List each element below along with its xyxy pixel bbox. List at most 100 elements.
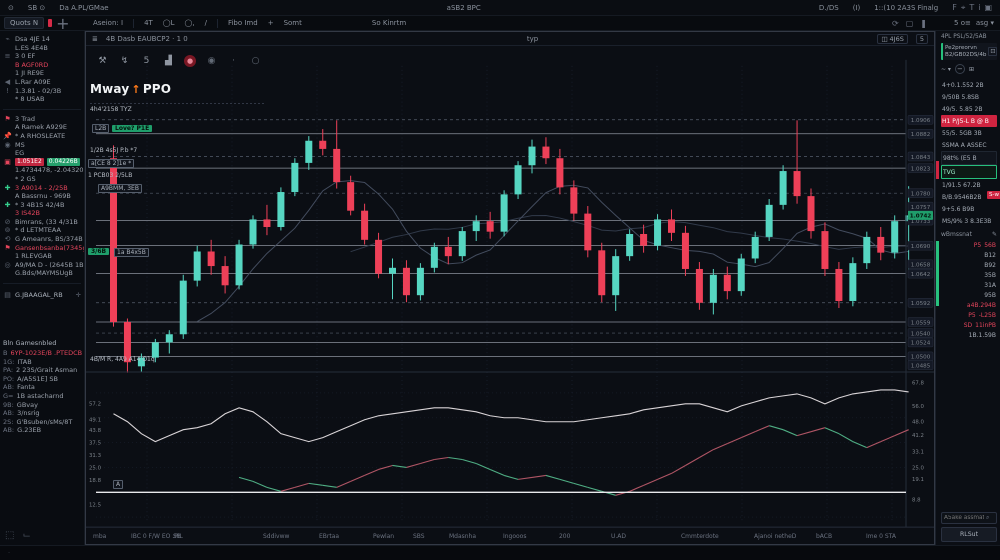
orderbook-row[interactable]: P5-L25B bbox=[941, 310, 997, 320]
edit-icon[interactable]: ✎ bbox=[992, 231, 997, 238]
watchlist-row[interactable]: A Bassrnu - 969B bbox=[3, 192, 81, 201]
topbar-icon[interactable]: ⌖ bbox=[961, 3, 966, 13]
watchlist-row[interactable]: ◀L.Rar A09E bbox=[3, 78, 81, 87]
orderbook-row[interactable]: B92 bbox=[941, 260, 997, 270]
panel-tool[interactable]: 5 o≡ bbox=[954, 19, 971, 27]
panel-row[interactable]: 55/5. 5GB 3B bbox=[941, 127, 997, 139]
watchlist-row[interactable]: ⚑3 Trad bbox=[3, 115, 81, 124]
toolbar-right-icon[interactable]: ❚ bbox=[920, 19, 927, 28]
chart-tool-icon[interactable]: ↯ bbox=[118, 54, 131, 67]
topbar-right-1[interactable]: D./DS bbox=[819, 4, 839, 12]
search-input[interactable] bbox=[944, 515, 984, 521]
watchlist-row[interactable]: 📌* A RHOSLEATE bbox=[3, 132, 81, 141]
watchlist-row[interactable]: ◉MS bbox=[3, 141, 81, 150]
toolbar-right-icon[interactable]: ▢ bbox=[906, 19, 914, 28]
tool-item[interactable]: Aseion: I bbox=[93, 19, 123, 27]
sidebar-section-header[interactable]: ▤ G.JBAAGAL_RB ✛ bbox=[3, 291, 81, 299]
watchlist-row[interactable]: ⚑Gansenbsanba(7345g) bbox=[3, 244, 81, 253]
grid-view-icon[interactable]: ⊞ bbox=[969, 66, 974, 73]
panel-row[interactable]: 9+5.6 B9B bbox=[941, 203, 997, 215]
orderbook-row[interactable]: B12 bbox=[941, 250, 997, 260]
panel-row[interactable]: MS/9% 3 8.3E3B bbox=[941, 215, 997, 227]
menu-item-2[interactable]: Da A.PL/GMae bbox=[59, 4, 108, 12]
panel-row[interactable]: 98t% (E5 B bbox=[941, 151, 997, 165]
position-card[interactable]: Pe2preorvn B2/GB02DS/4b ⊡ bbox=[941, 43, 997, 60]
new-tab-button[interactable]: + bbox=[56, 14, 69, 33]
chart-zoom-badge[interactable]: ◫ 4J6S bbox=[877, 34, 908, 44]
collapse-button[interactable]: − bbox=[955, 64, 965, 74]
tool-item[interactable]: + bbox=[268, 19, 274, 27]
orderbook-row[interactable]: P556B bbox=[941, 240, 997, 250]
watchlist-row[interactable]: !1.3.81 - 02/3B bbox=[3, 87, 81, 96]
chart-tool-icon[interactable]: ● bbox=[184, 55, 196, 67]
watchlist-row[interactable]: 1 JI RE9E bbox=[3, 69, 81, 78]
chart-symbol-info[interactable]: 4B Dasb EAUBCP2 · 1 0 bbox=[106, 35, 188, 43]
orderbook-row[interactable]: SD11inPB bbox=[941, 320, 997, 330]
watchlist-row[interactable]: B AGF0RD bbox=[3, 61, 81, 70]
add-button[interactable]: ✛ bbox=[76, 291, 81, 299]
topbar-icon[interactable]: i bbox=[978, 3, 980, 12]
watchlist-row[interactable]: ⊘Bimrans, (33 4/31B bbox=[3, 218, 81, 227]
watchlist-row[interactable]: G.Bds/MAYMSUgB bbox=[3, 269, 81, 278]
watchlist-row[interactable]: L.ES 4E4B bbox=[3, 44, 81, 53]
watchlist-row[interactable]: ⟲G Ameanrs, BS/374B bbox=[3, 235, 81, 244]
candlestick-chart[interactable]: 1.09061.08821.08431.08231.07801.07571.07… bbox=[86, 46, 934, 544]
tab-quotes[interactable]: Quots N bbox=[4, 17, 44, 29]
orderbook-row[interactable]: 95B bbox=[941, 290, 997, 300]
chart-menu-icon[interactable]: ≣ bbox=[92, 35, 98, 43]
panel-row[interactable]: TVG bbox=[941, 165, 997, 179]
panel-row[interactable]: H1 P/J5-L B @ B bbox=[941, 115, 997, 127]
chart-tool-icon[interactable]: 5 bbox=[140, 54, 153, 67]
topbar-right-2[interactable]: (I) bbox=[853, 4, 861, 12]
chart-tool-icon[interactable]: ⚒ bbox=[96, 54, 109, 67]
panel-row[interactable]: 1/91.5 67.2B bbox=[941, 179, 997, 191]
panel-action-button[interactable]: RLSut bbox=[941, 527, 997, 542]
chart-tool-icon[interactable]: · bbox=[227, 54, 240, 67]
chart-tool-icon[interactable]: ○ bbox=[249, 54, 262, 67]
orderbook-row[interactable]: 31A bbox=[941, 280, 997, 290]
watchlist-row[interactable]: * 2 GS bbox=[3, 175, 81, 184]
drawing-tool-icon[interactable]: ⬚ bbox=[5, 530, 14, 541]
chart-tool-icon[interactable]: ▟ bbox=[162, 54, 175, 67]
chart-count-badge[interactable]: 5 bbox=[916, 34, 928, 44]
topbar-icon[interactable]: ▣ bbox=[984, 3, 992, 12]
watchlist-row[interactable]: ✚3 A9014 - 2/25B bbox=[3, 184, 81, 193]
topbar-icon[interactable]: T bbox=[969, 3, 974, 12]
watchlist-row[interactable]: 1 RLEVGAB bbox=[3, 252, 81, 261]
watchlist-row[interactable]: A Ramek A929E bbox=[3, 123, 81, 132]
tool-item[interactable]: ◯, bbox=[185, 19, 195, 27]
watchlist-row[interactable]: 1.4734478, -2.043203 bbox=[3, 166, 81, 175]
toolbar-right-icon[interactable]: ⟳ bbox=[892, 19, 899, 28]
chart-body[interactable]: 1.09061.08821.08431.08231.07801.07571.07… bbox=[86, 46, 934, 544]
watchlist-row[interactable]: * 8 USAB bbox=[3, 95, 81, 104]
tool-item[interactable]: Fibo Imd bbox=[228, 19, 258, 27]
watchlist-row[interactable]: ⌁Dsa 4JE 14 bbox=[3, 35, 81, 44]
topbar-right-3[interactable]: 1::(10 2A3S Finalg bbox=[874, 4, 938, 12]
menu-item-1[interactable]: SB ⊙ bbox=[28, 4, 45, 12]
panel-row[interactable]: 9/50B 5.8SB bbox=[941, 91, 997, 103]
watchlist-row[interactable]: ✚* 3 4B1S 42/4B bbox=[3, 201, 81, 210]
panel-row[interactable]: 49/5. 5.85 2B bbox=[941, 103, 997, 115]
orderbook-row[interactable]: a4B.294B bbox=[941, 300, 997, 310]
interval-dropdown[interactable]: ~ ▾ bbox=[941, 66, 951, 73]
tool-item[interactable]: / bbox=[205, 19, 207, 27]
panel-row[interactable]: 4+0.1.552 2B bbox=[941, 79, 997, 91]
panel-tool[interactable]: asg ▾ bbox=[976, 19, 994, 27]
watchlist-row[interactable]: ▣1.051E20.04226B bbox=[3, 158, 81, 167]
tool-item[interactable]: ◯L bbox=[163, 19, 175, 27]
card-icon[interactable]: ⊡ bbox=[988, 47, 997, 56]
topbar-icon[interactable]: F bbox=[952, 3, 957, 12]
tool-item[interactable]: 4T bbox=[144, 19, 153, 27]
watchlist-row[interactable]: EG bbox=[3, 149, 81, 158]
drawing-tool-icon[interactable]: ⌙ bbox=[22, 530, 30, 541]
tool-item[interactable]: Somt bbox=[284, 19, 302, 27]
watchlist-row[interactable]: ≡3 0 EF bbox=[3, 52, 81, 61]
orderbook-row[interactable]: 35B bbox=[941, 270, 997, 280]
chart-tool-icon[interactable]: ◉ bbox=[205, 54, 218, 67]
toolbar-center-item[interactable]: So Kinrtm bbox=[372, 19, 406, 27]
orderbook-row[interactable]: 1B.1.59B bbox=[941, 330, 997, 340]
panel-row[interactable]: SSMA A ASSEC bbox=[941, 139, 997, 151]
watchlist-row[interactable]: ⊚* d LETMTEAA bbox=[3, 226, 81, 235]
watchlist-row[interactable]: ◎A9/MA D - (2645B 1B bbox=[3, 261, 81, 270]
watchlist-row[interactable]: 3 IS42B bbox=[3, 209, 81, 218]
